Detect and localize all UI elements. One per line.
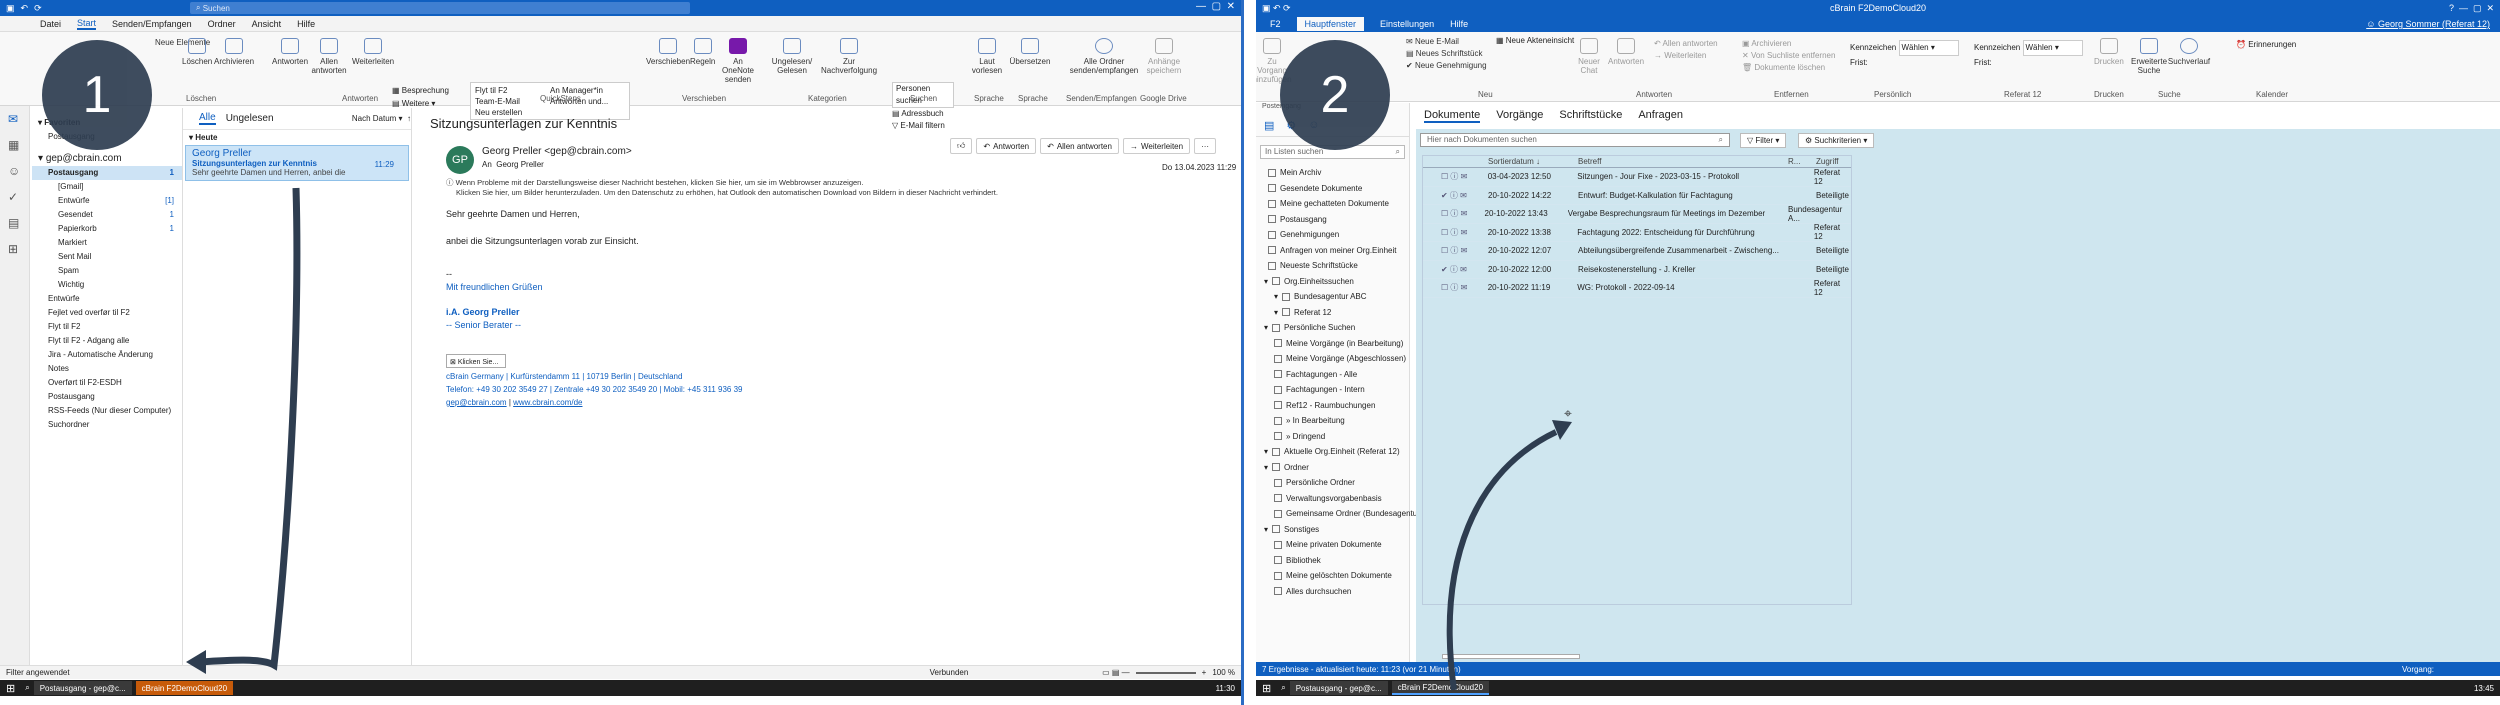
outlook-window: ▣ ↶ ⟳ ⌕ Suchen — ▢ ✕ Datei Start Senden/… bbox=[0, 0, 1244, 705]
arrow-path-2 bbox=[1446, 429, 1558, 691]
arrowhead bbox=[186, 650, 206, 674]
arrow-path bbox=[199, 187, 301, 671]
f2-window: ▣ ↶ ⟳ cBrain F2DemoCloud20 ? — ▢ ✕ F2 Ha… bbox=[1256, 0, 2500, 705]
drag-arrow-2: ⌖ bbox=[1446, 406, 1572, 691]
drag-arrow-1 bbox=[186, 187, 301, 674]
drag-cursor-icon: ⌖ bbox=[1564, 406, 1572, 422]
